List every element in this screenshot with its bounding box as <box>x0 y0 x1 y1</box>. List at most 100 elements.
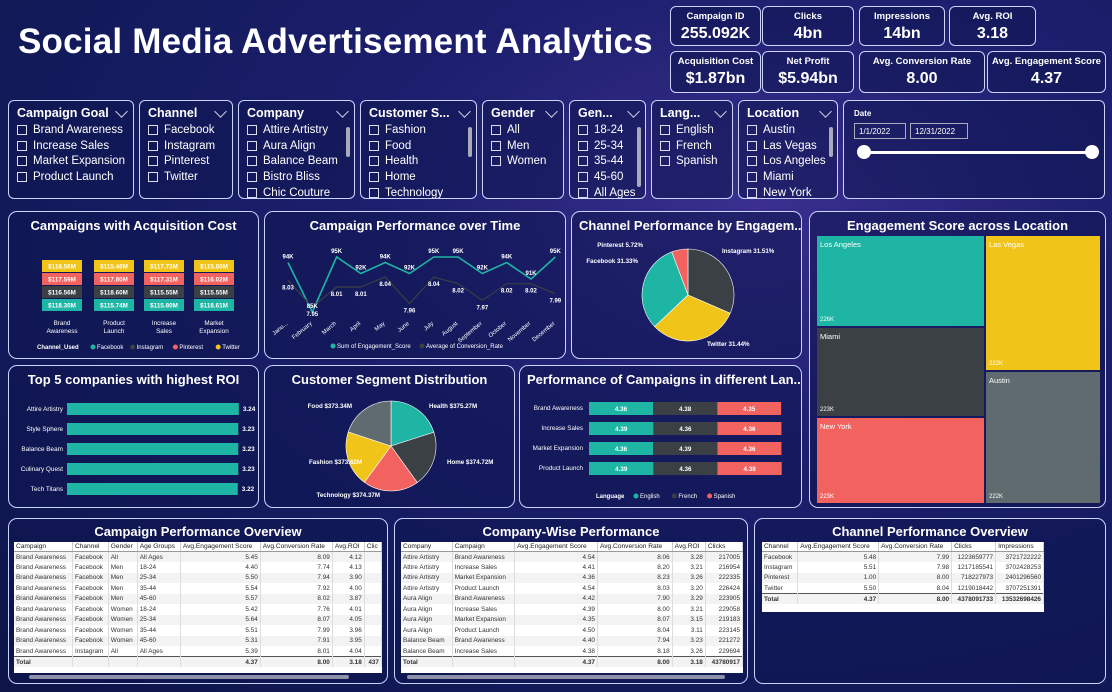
slicer-option[interactable]: 35-44 <box>578 153 645 169</box>
date-end-handle[interactable] <box>1085 145 1099 159</box>
column-header[interactable]: Avg.Engagement Score <box>797 542 880 552</box>
checkbox[interactable] <box>247 156 257 167</box>
slicer-option[interactable]: Los Angeles <box>747 153 837 169</box>
column-header[interactable]: Avg.Conversion Rate <box>260 542 333 552</box>
column-header[interactable]: Avg.Conversion Rate <box>597 542 673 552</box>
table-row[interactable]: Attire Artistry Increase Sales 4.41 8.20 3.2… <box>401 562 743 573</box>
treemap-los-angeles[interactable]: Los Angeles 226K <box>817 236 984 326</box>
checkbox[interactable] <box>148 171 158 182</box>
checkbox[interactable] <box>578 156 588 167</box>
column-header[interactable]: Campaign <box>14 542 73 552</box>
checkbox[interactable] <box>369 124 379 135</box>
checkbox[interactable] <box>578 140 588 151</box>
column-header[interactable]: Impressions <box>995 542 1044 552</box>
checkbox[interactable] <box>17 140 27 151</box>
column-header[interactable]: Age Groups <box>137 542 181 552</box>
checkbox[interactable] <box>491 156 501 167</box>
slicer-option[interactable]: Attire Artistry <box>247 122 354 138</box>
checkbox[interactable] <box>491 124 501 135</box>
table-row[interactable]: Brand Awareness Facebook Men 45-60 5.57 8.02 3… <box>14 593 382 604</box>
table-row[interactable]: Aura Align Product Launch 4.50 8.04 3.11 2231… <box>401 625 743 636</box>
checkbox[interactable] <box>578 124 588 135</box>
checkbox[interactable] <box>369 171 379 182</box>
column-header[interactable]: Channel <box>72 542 109 552</box>
table-row[interactable]: Attire Artistry Product Launch 4.54 8.03 3.2… <box>401 583 743 594</box>
slicer-option[interactable]: 18-24 <box>578 122 645 138</box>
slicer-scrollbar[interactable] <box>829 127 833 157</box>
slicer-option[interactable]: Product Launch <box>17 169 133 185</box>
treemap-miami[interactable]: Miami 223K <box>817 328 984 416</box>
table-row[interactable]: Brand Awareness Facebook Women 25-34 5.64 8.0… <box>14 614 382 625</box>
table-row[interactable]: Balance Beam Brand Awareness 4.40 7.94 3.23 2… <box>401 635 743 646</box>
slicer-company[interactable]: Company Attire Artistry Aura Align Balance … <box>238 100 355 199</box>
slicer-option[interactable]: Women <box>491 153 563 169</box>
slicer-option[interactable]: Health <box>369 153 476 169</box>
channel-overview-table[interactable]: Channel Avg.Engagement Score Avg.Conversio… <box>762 542 1044 612</box>
checkbox[interactable] <box>247 187 257 198</box>
table-row[interactable]: Aura Align Increase Sales 4.39 8.00 3.21 2290… <box>401 604 743 615</box>
slicer-option[interactable]: Food <box>369 138 476 154</box>
slicer-customer-s[interactable]: Customer S... Fashion Food Health Home Techno… <box>360 100 477 199</box>
table-row[interactable]: Aura Align Brand Awareness 4.42 7.90 3.29 223… <box>401 593 743 604</box>
slicer-option[interactable]: Chic Couture <box>247 185 354 198</box>
slicer-option[interactable]: All Ages <box>578 185 645 198</box>
slicer-option[interactable]: 45-60 <box>578 169 645 185</box>
date-start-input[interactable]: 1/1/2022 <box>854 123 906 139</box>
treemap-las-vegas[interactable]: Las Vegas 222K <box>986 236 1100 370</box>
slicer-option[interactable]: Market Expansion <box>17 153 133 169</box>
company-performance-table[interactable]: Company Campaign Avg.Engagement Score Avg.C… <box>401 542 743 673</box>
checkbox[interactable] <box>148 124 158 135</box>
column-header[interactable]: Avg.Engagement Score <box>180 542 261 552</box>
checkbox[interactable] <box>148 156 158 167</box>
slicer-scrollbar[interactable] <box>468 127 472 157</box>
table-row[interactable]: Brand Awareness Facebook Women 45-60 5.31 7.9… <box>14 635 382 646</box>
slicer-option[interactable]: Las Vegas <box>747 138 837 154</box>
slicer-gen[interactable]: Gen... 18-24 25-34 35-44 45-60 All Ages <box>569 100 646 199</box>
checkbox[interactable] <box>578 187 588 198</box>
slicer-option[interactable]: English <box>660 122 732 138</box>
checkbox[interactable] <box>660 156 670 167</box>
checkbox[interactable] <box>369 187 379 198</box>
checkbox[interactable] <box>747 124 757 135</box>
table-row[interactable]: Attire Artistry Brand Awareness 4.54 8.06 3.… <box>401 551 743 562</box>
slicer-campaign-goal[interactable]: Campaign Goal Brand Awareness Increase Sal… <box>8 100 134 199</box>
checkbox[interactable] <box>660 124 670 135</box>
table-row[interactable]: Twitter 5.50 8.04 1219018442 3707251391 <box>762 583 1044 594</box>
slicer-option[interactable]: Technology <box>369 185 476 198</box>
table-row[interactable]: Brand Awareness Facebook Men 35-44 5.54 7.92 4… <box>14 583 382 594</box>
treemap-new-york[interactable]: New York 223K <box>817 418 984 503</box>
slicer-option[interactable]: Brand Awareness <box>17 122 133 138</box>
slicer-scrollbar[interactable] <box>346 127 350 157</box>
column-header[interactable]: Avg.Engagement Score <box>514 542 598 552</box>
table-row[interactable]: Instagram 5.51 7.98 1217185541 3702428253 <box>762 562 1044 573</box>
date-slicer[interactable]: Date 1/1/2022 12/31/2022 <box>843 100 1105 199</box>
checkbox[interactable] <box>17 156 27 167</box>
column-header[interactable]: Avg.ROI <box>332 542 365 552</box>
slicer-location[interactable]: Location Austin Las Vegas Los Angeles Miami N… <box>738 100 838 199</box>
checkbox[interactable] <box>17 124 27 135</box>
checkbox[interactable] <box>148 140 158 151</box>
slicer-gender[interactable]: Gender All Men Women <box>482 100 564 199</box>
slicer-option[interactable]: Instagram <box>148 138 232 154</box>
table-row[interactable]: Balance Beam Increase Sales 4.38 8.18 3.26 22… <box>401 646 743 657</box>
checkbox[interactable] <box>747 156 757 167</box>
date-end-input[interactable]: 12/31/2022 <box>910 123 968 139</box>
table-row[interactable]: Facebook 5.48 7.99 1223659777 3721722222 <box>762 551 1044 562</box>
date-start-handle[interactable] <box>857 145 871 159</box>
slicer-option[interactable]: Fashion <box>369 122 476 138</box>
slicer-option[interactable]: French <box>660 138 732 154</box>
column-header[interactable]: Clic <box>364 542 382 552</box>
table-row[interactable]: Brand Awareness Facebook All All Ages 5.45 8.… <box>14 551 382 562</box>
slicer-option[interactable]: Balance Beam <box>247 153 354 169</box>
campaign-overview-scrollbar[interactable] <box>29 675 349 679</box>
slicer-option[interactable]: Increase Sales <box>17 138 133 154</box>
slicer-option[interactable]: Spanish <box>660 153 732 169</box>
checkbox[interactable] <box>491 140 501 151</box>
column-header[interactable]: Campaign <box>452 542 516 552</box>
checkbox[interactable] <box>247 124 257 135</box>
checkbox[interactable] <box>17 171 27 182</box>
checkbox[interactable] <box>747 140 757 151</box>
checkbox[interactable] <box>369 156 379 167</box>
checkbox[interactable] <box>578 171 588 182</box>
column-header[interactable]: Gender <box>108 542 138 552</box>
